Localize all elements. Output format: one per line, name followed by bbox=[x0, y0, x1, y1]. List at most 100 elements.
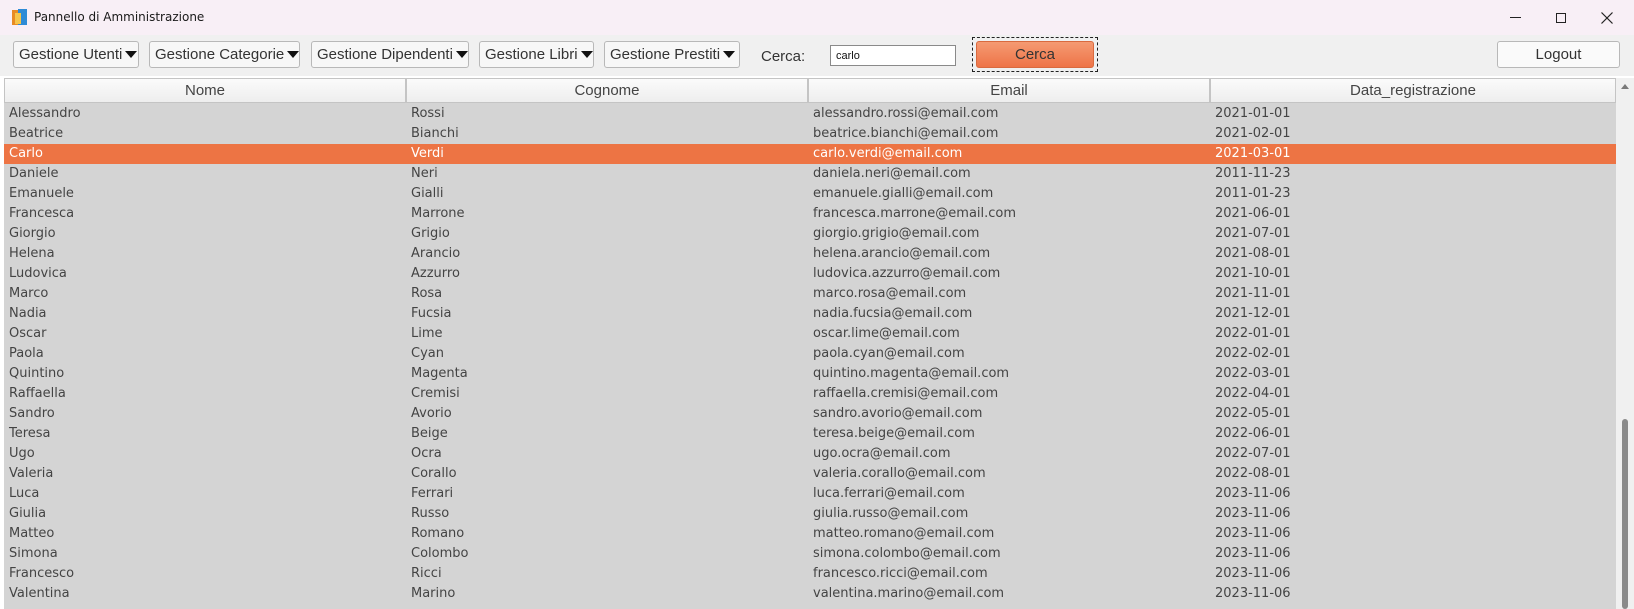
cell-nome: Valentina bbox=[9, 586, 70, 601]
table-row[interactable]: Giorgio Grigio giorgio.grigio@email.com 202… bbox=[4, 224, 1616, 244]
column-header-email[interactable]: Email bbox=[808, 78, 1210, 103]
cell-data-registrazione: 2022-04-01 bbox=[1215, 386, 1291, 401]
search-input[interactable] bbox=[830, 45, 956, 66]
cell-cognome: Fucsia bbox=[411, 306, 452, 321]
cell-cognome: Rosa bbox=[411, 286, 443, 301]
table-row[interactable]: Helena Arancio helena.arancio@email.com 202… bbox=[4, 244, 1616, 264]
cell-nome: Alessandro bbox=[9, 106, 81, 121]
cell-data-registrazione: 2023-11-06 bbox=[1215, 486, 1291, 501]
cell-nome: Francesco bbox=[9, 566, 75, 581]
menu-gestione-categorie[interactable]: Gestione Categorie bbox=[149, 41, 300, 68]
cell-cognome: Ferrari bbox=[411, 486, 454, 501]
table-row[interactable]: Daniele Neri daniela.neri@email.com 2011-11… bbox=[4, 164, 1616, 184]
table-row[interactable]: Matteo Romano matteo.romano@email.com 2023-… bbox=[4, 524, 1616, 544]
cell-cognome: Arancio bbox=[411, 246, 461, 261]
minimize-button[interactable] bbox=[1492, 0, 1538, 35]
cell-data-registrazione: 2022-01-01 bbox=[1215, 326, 1291, 341]
cell-email: valeria.corallo@email.com bbox=[813, 466, 986, 481]
column-header-nome[interactable]: Nome bbox=[4, 78, 406, 103]
table-row[interactable]: Quintino Magenta quintino.magenta@email.co… bbox=[4, 364, 1616, 384]
menu-gestione-libri[interactable]: Gestione Libri bbox=[479, 41, 594, 68]
table-row[interactable]: Teresa Beige teresa.beige@email.com 2022-06… bbox=[4, 424, 1616, 444]
table-row[interactable]: Alessandro Rossi alessandro.rossi@email.co… bbox=[4, 104, 1616, 124]
window-title: Pannello di Amministrazione bbox=[34, 10, 205, 24]
table-row[interactable]: Francesca Marrone francesca.marrone@email.… bbox=[4, 204, 1616, 224]
table-row[interactable]: Nadia Fucsia nadia.fucsia@email.com 2021-12… bbox=[4, 304, 1616, 324]
cell-email: oscar.lime@email.com bbox=[813, 326, 960, 341]
cell-email: beatrice.bianchi@email.com bbox=[813, 126, 999, 141]
search-button[interactable]: Cerca bbox=[976, 41, 1094, 68]
table-row[interactable]: Marco Rosa marco.rosa@email.com 2021-11-01 bbox=[4, 284, 1616, 304]
books-icon bbox=[12, 9, 28, 26]
cell-cognome: Verdi bbox=[411, 146, 444, 161]
table-row-selected[interactable]: Carlo Verdi carlo.verdi@email.com 2021-03-0… bbox=[4, 144, 1616, 164]
table-row[interactable]: Ugo Ocra ugo.ocra@email.com 2022-07-01 bbox=[4, 444, 1616, 464]
cell-data-registrazione: 2021-11-01 bbox=[1215, 286, 1291, 301]
close-button[interactable] bbox=[1584, 0, 1630, 35]
vertical-scrollbar[interactable] bbox=[1616, 78, 1634, 609]
cell-cognome: Neri bbox=[411, 166, 438, 181]
menu-gestione-prestiti[interactable]: Gestione Prestiti bbox=[604, 41, 740, 68]
table-row[interactable]: Paola Cyan paola.cyan@email.com 2022-02-01 bbox=[4, 344, 1616, 364]
cell-nome: Beatrice bbox=[9, 126, 64, 141]
cell-nome: Daniele bbox=[9, 166, 59, 181]
cell-nome: Simona bbox=[9, 546, 58, 561]
cell-cognome: Gialli bbox=[411, 186, 444, 201]
menu-label: Gestione Libri bbox=[485, 46, 578, 63]
minimize-icon bbox=[1509, 17, 1521, 18]
menu-label: Gestione Utenti bbox=[19, 46, 123, 63]
table-row[interactable]: Valeria Corallo valeria.corallo@email.com 2… bbox=[4, 464, 1616, 484]
cell-email: ludovica.azzurro@email.com bbox=[813, 266, 1001, 281]
cell-nome: Valeria bbox=[9, 466, 54, 481]
menu-label: Gestione Prestiti bbox=[610, 46, 721, 63]
cell-data-registrazione: 2022-02-01 bbox=[1215, 346, 1291, 361]
cell-data-registrazione: 2022-08-01 bbox=[1215, 466, 1291, 481]
cell-data-registrazione: 2021-12-01 bbox=[1215, 306, 1291, 321]
cell-email: helena.arancio@email.com bbox=[813, 246, 991, 261]
cell-cognome: Marrone bbox=[411, 206, 465, 221]
menu-label: Gestione Dipendenti bbox=[317, 46, 453, 63]
cell-email: emanuele.gialli@email.com bbox=[813, 186, 994, 201]
table-row[interactable]: Ludovica Azzurro ludovica.azzurro@email.co… bbox=[4, 264, 1616, 284]
caret-down-icon bbox=[287, 51, 300, 58]
cell-email: paola.cyan@email.com bbox=[813, 346, 965, 361]
table-row[interactable]: Valentina Marino valentina.marino@email.co… bbox=[4, 584, 1616, 604]
cell-email: giulia.russo@email.com bbox=[813, 506, 969, 521]
table-row[interactable]: Beatrice Bianchi beatrice.bianchi@email.co… bbox=[4, 124, 1616, 144]
cell-cognome: Beige bbox=[411, 426, 448, 441]
logout-button[interactable]: Logout bbox=[1497, 41, 1620, 68]
maximize-icon bbox=[1556, 12, 1566, 23]
users-table: Nome Cognome Email Data_registrazione Al… bbox=[4, 78, 1616, 609]
cell-data-registrazione: 2022-05-01 bbox=[1215, 406, 1291, 421]
cell-email: quintino.magenta@email.com bbox=[813, 366, 1010, 381]
scroll-up-arrow-icon[interactable] bbox=[1621, 84, 1629, 89]
cell-cognome: Russo bbox=[411, 506, 450, 521]
search-label: Cerca: bbox=[761, 48, 806, 65]
table-row[interactable]: Raffaella Cremisi raffaella.cremisi@email.… bbox=[4, 384, 1616, 404]
cell-data-registrazione: 2021-07-01 bbox=[1215, 226, 1291, 241]
table-row[interactable]: Oscar Lime oscar.lime@email.com 2022-01-01 bbox=[4, 324, 1616, 344]
cell-nome: Nadia bbox=[9, 306, 47, 321]
cell-data-registrazione: 2011-01-23 bbox=[1215, 186, 1291, 201]
cell-nome: Francesca bbox=[9, 206, 75, 221]
table-row[interactable]: Giulia Russo giulia.russo@email.com 2023-11… bbox=[4, 504, 1616, 524]
table-row[interactable]: Simona Colombo simona.colombo@email.com 202… bbox=[4, 544, 1616, 564]
cell-email: matteo.romano@email.com bbox=[813, 526, 995, 541]
scrollbar-thumb[interactable] bbox=[1622, 419, 1628, 609]
menu-gestione-utenti[interactable]: Gestione Utenti bbox=[13, 41, 139, 68]
cell-nome: Helena bbox=[9, 246, 55, 261]
cell-data-registrazione: 2023-11-06 bbox=[1215, 546, 1291, 561]
table-row[interactable]: Luca Ferrari luca.ferrari@email.com 2023-11… bbox=[4, 484, 1616, 504]
column-header-cognome[interactable]: Cognome bbox=[406, 78, 808, 103]
table-row[interactable]: Emanuele Gialli emanuele.gialli@email.com 2… bbox=[4, 184, 1616, 204]
column-header-data-registrazione[interactable]: Data_registrazione bbox=[1210, 78, 1616, 103]
table-body: Alessandro Rossi alessandro.rossi@email.co… bbox=[4, 104, 1616, 604]
table-row[interactable]: Francesco Ricci francesco.ricci@email.com 2… bbox=[4, 564, 1616, 584]
cell-email: alessandro.rossi@email.com bbox=[813, 106, 999, 121]
maximize-button[interactable] bbox=[1538, 0, 1584, 35]
cell-cognome: Ocra bbox=[411, 446, 442, 461]
table-row[interactable]: Sandro Avorio sandro.avorio@email.com 2022-… bbox=[4, 404, 1616, 424]
cell-cognome: Lime bbox=[411, 326, 443, 341]
cell-cognome: Romano bbox=[411, 526, 465, 541]
menu-gestione-dipendenti[interactable]: Gestione Dipendenti bbox=[311, 41, 469, 68]
